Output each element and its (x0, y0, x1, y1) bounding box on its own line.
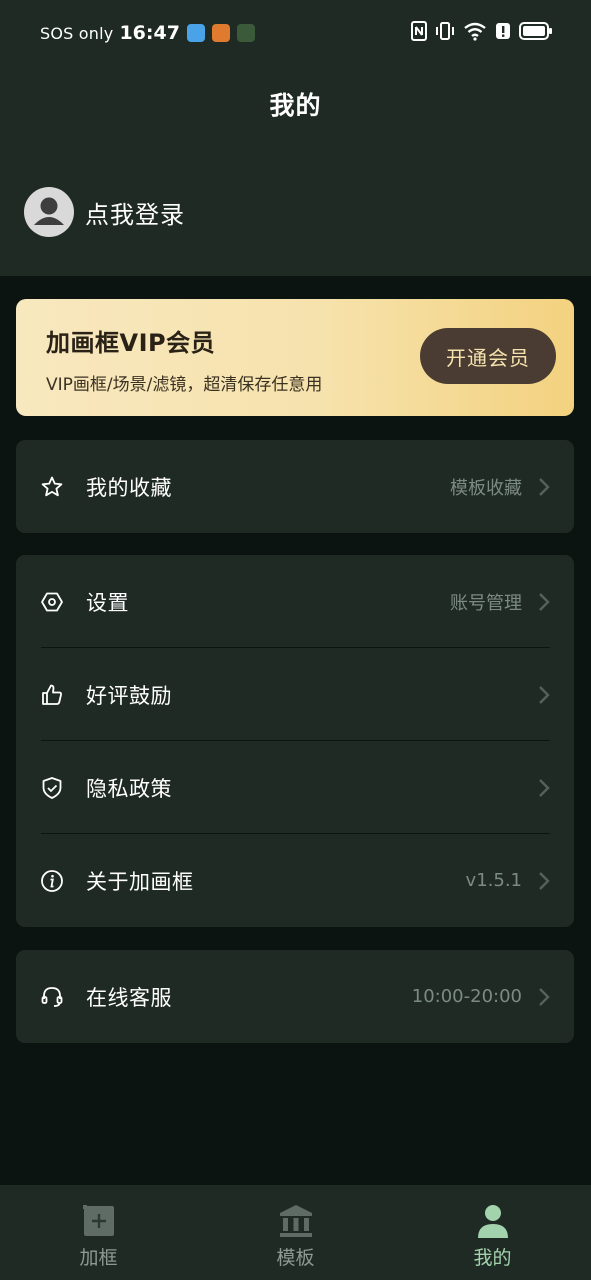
chevron-right-icon (539, 685, 550, 704)
headset-icon (41, 986, 63, 1007)
menu-row-about[interactable]: 关于加画框 v1.5.1 (16, 834, 574, 927)
clock: 16:47 (119, 22, 180, 44)
chevron-right-icon (539, 592, 550, 611)
frame-add-icon (82, 1205, 114, 1236)
bottom-tab-bar: 加框 模板 我的 (0, 1185, 591, 1280)
profile-icon (477, 1205, 508, 1238)
favorites-row[interactable]: 我的收藏 模板收藏 (16, 440, 574, 533)
menu-label: 设置 (86, 590, 129, 615)
tab-label: 加框 (79, 1247, 118, 1269)
game-app-icon (236, 24, 255, 42)
profile-header: SOS only 16:47 我的 点我登录 (0, 0, 591, 276)
chevron-right-icon (539, 477, 550, 496)
menu-value: 账号管理 (450, 592, 522, 614)
alert-icon (496, 23, 510, 39)
vibrate-icon (436, 22, 454, 40)
service-row[interactable]: 在线客服 10:00-20:00 (16, 950, 574, 1043)
avatar[interactable] (24, 187, 74, 237)
favorites-label: 我的收藏 (86, 475, 172, 500)
service-card: 在线客服 10:00-20:00 (16, 950, 574, 1043)
nfc-icon (411, 21, 427, 41)
puzzle-app-icon (211, 24, 230, 42)
vip-title: 加画框VIP会员 (46, 329, 216, 357)
menu-label: 关于加画框 (86, 869, 194, 894)
chevron-right-icon (539, 987, 550, 1006)
vip-membership-card[interactable]: 加画框VIP会员 VIP画框/场景/滤镜，超清保存任意用 开通会员 (16, 299, 574, 416)
menu-label: 好评鼓励 (86, 683, 172, 708)
settings-icon (41, 592, 63, 611)
menu-row-rate[interactable]: 好评鼓励 (16, 648, 574, 741)
service-label: 在线客服 (86, 985, 172, 1010)
menu-row-settings[interactable]: 设置 账号管理 (16, 555, 574, 648)
page-title: 我的 (269, 91, 322, 120)
wifi-icon (464, 22, 486, 41)
weather-app-icon (186, 24, 205, 42)
chevron-right-icon (539, 778, 550, 797)
menu-value: v1.5.1 (465, 870, 522, 891)
default-avatar-icon (34, 197, 64, 225)
favorites-card: 我的收藏 模板收藏 (16, 440, 574, 533)
login-label[interactable]: 点我登录 (85, 195, 185, 230)
shield-check-icon (42, 776, 62, 799)
tab-frame[interactable]: 加框 (0, 1185, 197, 1280)
info-icon (41, 869, 63, 892)
tab-label: 我的 (473, 1247, 512, 1269)
carrier-text: SOS only (40, 23, 114, 43)
open-vip-button[interactable]: 开通会员 (420, 328, 556, 384)
star-icon (41, 476, 63, 496)
vip-subtitle: VIP画框/场景/滤镜，超清保存任意用 (46, 375, 323, 395)
chevron-right-icon (539, 871, 550, 890)
tab-mine[interactable]: 我的 (394, 1185, 591, 1280)
login-entry[interactable]: 点我登录 (24, 187, 185, 237)
settings-card: 设置 账号管理 好评鼓励 隐私政策 关于加画框 v1.5.1 (16, 555, 574, 927)
thumbs-up-icon (42, 684, 62, 705)
battery-icon (519, 22, 552, 40)
menu-row-privacy[interactable]: 隐私政策 (16, 741, 574, 834)
tab-label: 模板 (276, 1247, 315, 1269)
favorites-value: 模板收藏 (450, 477, 522, 499)
template-icon (279, 1205, 312, 1237)
service-hours: 10:00-20:00 (411, 986, 522, 1007)
status-bar: SOS only 16:47 (0, 0, 591, 66)
menu-label: 隐私政策 (86, 776, 172, 801)
tab-template[interactable]: 模板 (197, 1185, 394, 1280)
